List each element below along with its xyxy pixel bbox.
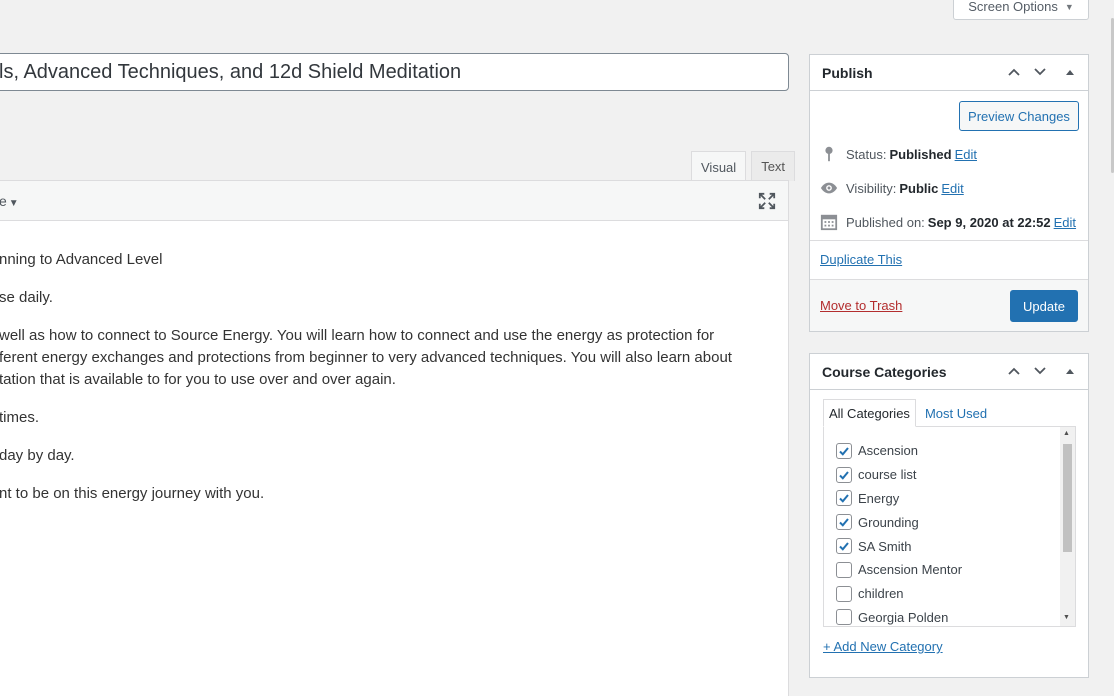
toggle-panel-icon[interactable]: [1062, 64, 1078, 80]
content-paragraph: nning to Advanced Level: [0, 251, 163, 268]
preview-changes-button[interactable]: Preview Changes: [959, 101, 1079, 131]
post-visibility: Visibility: Public Edit: [820, 179, 964, 197]
category-item[interactable]: Grounding: [836, 510, 1075, 534]
screen-options-label: Screen Options: [968, 0, 1058, 14]
editor-content[interactable]: nning to Advanced Level se daily. well a…: [0, 221, 788, 505]
content-paragraph: day by day.: [0, 447, 75, 464]
category-checkbox[interactable]: [836, 442, 852, 459]
category-scrollbar-thumb[interactable]: [1063, 444, 1072, 552]
categories-box-title: Course Categories: [822, 363, 947, 380]
category-checkbox[interactable]: [836, 585, 852, 602]
move-to-trash-link[interactable]: Move to Trash: [820, 298, 902, 313]
editor-toolbar: e ▼: [0, 181, 788, 221]
move-down-icon[interactable]: [1032, 363, 1048, 379]
category-label: course list: [858, 467, 917, 483]
category-checkbox[interactable]: [836, 561, 852, 578]
screen-options-button[interactable]: Screen Options ▼: [953, 0, 1089, 20]
category-tabs: All Categories Most Used: [823, 399, 992, 427]
published-value: Sep 9, 2020 at 22:52: [927, 214, 1051, 230]
category-item[interactable]: course list: [836, 463, 1075, 487]
content-editor[interactable]: e ▼ nning to Advanced Level se daily. wel…: [0, 180, 789, 696]
visibility-label: Visibility:: [846, 180, 897, 196]
edit-visibility-link[interactable]: Edit: [941, 181, 963, 196]
caret-down-icon: ▼: [8, 198, 19, 209]
category-checklist: Ascension course list Energy Grounding S…: [824, 427, 1075, 626]
page-scrollbar[interactable]: [1104, 0, 1114, 696]
category-scrollbar[interactable]: ▲ ▼: [1060, 427, 1075, 626]
check-icon: [839, 471, 849, 480]
category-item[interactable]: Energy: [836, 487, 1075, 511]
visibility-value: Public: [899, 180, 939, 196]
status-label: Status:: [846, 146, 887, 162]
caret-down-icon: ▼: [1064, 1, 1074, 12]
post-status: Status: Published Edit: [820, 145, 977, 163]
category-checkbox[interactable]: [836, 490, 852, 507]
publish-box: Publish Preview Changes Status: Publishe…: [809, 54, 1089, 332]
scroll-up-arrow-icon[interactable]: ▲: [1063, 430, 1070, 437]
post-title-input[interactable]: ls, Advanced Techniques, and 12d Shield …: [0, 53, 789, 91]
tab-all-categories[interactable]: All Categories: [823, 399, 916, 427]
category-label: SA Smith: [858, 538, 912, 554]
category-item[interactable]: Ascension: [836, 439, 1075, 463]
edit-status-link[interactable]: Edit: [955, 147, 977, 162]
calendar-icon: [820, 214, 838, 231]
format-dropdown-label: e: [0, 193, 7, 209]
status-value: Published: [889, 146, 952, 162]
pin-icon: [825, 146, 833, 162]
move-up-icon[interactable]: [1006, 363, 1022, 379]
category-checklist-panel: Ascension course list Energy Grounding S…: [823, 426, 1076, 627]
add-new-category-link[interactable]: + Add New Category: [823, 639, 943, 654]
category-item[interactable]: Georgia Polden: [836, 606, 1075, 626]
tab-visual[interactable]: Visual: [691, 151, 747, 182]
content-paragraph: tation that is available to for you to u…: [0, 371, 396, 388]
category-label: Georgia Polden: [858, 609, 949, 625]
category-checkbox[interactable]: [836, 466, 852, 483]
paragraph-format-dropdown[interactable]: e ▼: [0, 193, 19, 209]
content-paragraph: se daily.: [0, 289, 53, 306]
check-icon: [839, 542, 849, 551]
category-label: Energy: [858, 490, 900, 506]
fullscreen-icon[interactable]: [758, 192, 776, 210]
categories-box-header: Course Categories: [810, 354, 1088, 390]
course-categories-box: Course Categories All Categories Most Us…: [809, 353, 1089, 678]
duplicate-row: Duplicate This: [810, 240, 1088, 279]
content-paragraph: nt to be on this energy journey with you…: [0, 485, 265, 502]
category-label: children: [858, 586, 904, 602]
category-item[interactable]: SA Smith: [836, 534, 1075, 558]
tab-text[interactable]: Text: [751, 151, 796, 181]
post-title-text: ls, Advanced Techniques, and 12d Shield …: [0, 60, 462, 83]
published-label: Published on:: [846, 214, 925, 230]
category-label: Ascension: [858, 443, 918, 459]
content-paragraph: well as how to connect to Source Energy.…: [0, 327, 715, 344]
check-icon: [839, 494, 849, 504]
publishing-actions: Move to Trash Update: [810, 279, 1088, 331]
category-checkbox[interactable]: [836, 609, 852, 626]
edit-date-link[interactable]: Edit: [1054, 215, 1076, 230]
move-down-icon[interactable]: [1032, 64, 1048, 80]
content-paragraph: times.: [0, 409, 40, 426]
published-date: Published on: Sep 9, 2020 at 22:52 Edit: [820, 213, 1076, 231]
toggle-panel-icon[interactable]: [1062, 363, 1078, 379]
eye-icon: [820, 182, 838, 194]
category-checkbox[interactable]: [836, 514, 852, 531]
category-checkbox[interactable]: [836, 538, 852, 555]
scroll-down-arrow-icon[interactable]: ▼: [1063, 614, 1070, 621]
publish-box-title: Publish: [822, 64, 873, 81]
category-item[interactable]: children: [836, 582, 1075, 606]
category-item[interactable]: Ascension Mentor: [836, 558, 1075, 582]
check-icon: [839, 447, 849, 456]
publish-box-header: Publish: [810, 55, 1088, 91]
duplicate-this-link[interactable]: Duplicate This: [820, 252, 902, 267]
check-icon: [839, 518, 849, 528]
move-up-icon[interactable]: [1006, 64, 1022, 80]
update-button[interactable]: Update: [1010, 290, 1078, 322]
tab-most-used[interactable]: Most Used: [920, 399, 992, 427]
category-label: Grounding: [858, 514, 919, 530]
editor-tabs: Visual Text: [691, 151, 796, 182]
content-paragraph: ferent energy exchanges and protections …: [0, 349, 732, 366]
category-label: Ascension Mentor: [858, 562, 963, 578]
